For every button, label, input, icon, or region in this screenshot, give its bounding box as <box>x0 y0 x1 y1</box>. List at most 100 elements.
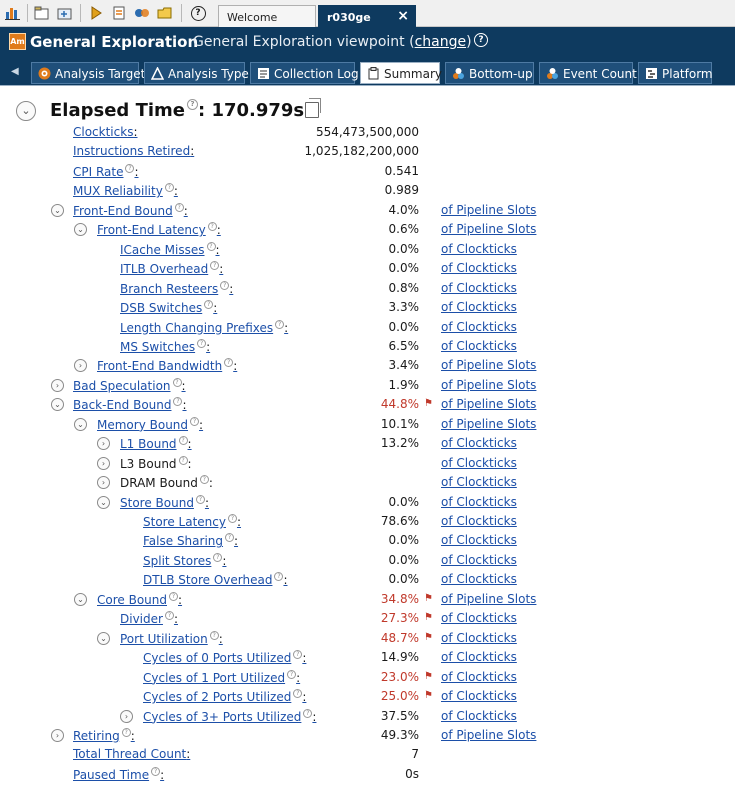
metric-label[interactable]: Back-End Bound?: <box>73 397 187 412</box>
metric-unit-link[interactable]: of Pipeline Slots <box>441 417 536 431</box>
metric-help-icon[interactable]: ? <box>209 630 219 640</box>
metric-help-icon[interactable]: ? <box>174 202 184 212</box>
help-icon[interactable]: ? <box>189 4 207 22</box>
metric-label-text[interactable]: Core Bound <box>97 593 167 607</box>
metric-label-text[interactable]: ITLB Overhead <box>120 262 208 276</box>
metric-help-icon[interactable]: ? <box>206 241 216 251</box>
metric-label[interactable]: Core Bound?: <box>97 591 182 607</box>
metric-help-icon[interactable]: ? <box>220 280 230 290</box>
metric-label[interactable]: Total Thread Count: <box>73 747 190 761</box>
metric-help-icon[interactable]: ? <box>164 611 174 621</box>
metric-unit-link[interactable]: of Clockticks <box>441 572 517 586</box>
metric-label-text[interactable]: Length Changing Prefixes <box>120 321 273 335</box>
metric-label[interactable]: CPI Rate?: <box>73 163 139 179</box>
tab-event-count[interactable]: Event Count <box>539 62 637 84</box>
metric-help-icon[interactable]: ? <box>293 650 303 660</box>
tab-collection-log[interactable]: Collection Log <box>250 62 359 84</box>
metric-unit-link[interactable]: of Clockticks <box>441 261 517 275</box>
metric-help-icon[interactable]: ? <box>293 689 303 699</box>
metric-label-text[interactable]: Back-End Bound <box>73 398 171 412</box>
metric-label[interactable]: DSB Switches?: <box>120 300 217 315</box>
elapsed-time-help-icon[interactable]: ? <box>186 99 198 110</box>
tab-analysis-target[interactable]: Analysis Target <box>31 62 145 84</box>
metric-label[interactable]: MS Switches?: <box>120 338 210 354</box>
metric-label[interactable]: Cycles of 2 Ports Utilized?: <box>143 689 306 704</box>
collapse-toggle-icon[interactable]: ⌄ <box>97 631 110 645</box>
metric-label[interactable]: Store Bound?: <box>120 494 209 510</box>
metric-label-text[interactable]: Instructions Retired <box>73 144 190 158</box>
metric-unit-link[interactable]: of Clockticks <box>441 339 517 353</box>
metric-label[interactable]: Split Stores?: <box>143 552 226 568</box>
metric-label[interactable]: Branch Resteers?: <box>120 280 233 296</box>
metric-unit-link[interactable]: of Clockticks <box>441 670 517 684</box>
expand-toggle-icon[interactable]: › <box>97 476 110 490</box>
metric-label[interactable]: Front-End Bound?: <box>73 202 188 218</box>
collapse-toggle-icon[interactable]: ⌄ <box>97 495 110 509</box>
metric-help-icon[interactable]: ? <box>164 183 174 193</box>
metric-label-text[interactable]: Cycles of 0 Ports Utilized <box>143 651 291 665</box>
metric-help-icon[interactable]: ? <box>224 358 234 368</box>
metric-label-text[interactable]: Cycles of 2 Ports Utilized <box>143 690 291 704</box>
expand-toggle-icon[interactable]: › <box>51 378 64 392</box>
metric-unit-link[interactable]: of Pipeline Slots <box>441 728 536 742</box>
metric-label[interactable]: Front-End Bandwidth?: <box>97 358 237 373</box>
collapse-toggle-icon[interactable]: ⌄ <box>51 398 64 412</box>
metric-unit-link[interactable]: of Clockticks <box>441 631 517 645</box>
metric-help-icon[interactable]: ? <box>204 300 214 310</box>
metric-unit-link[interactable]: of Clockticks <box>441 495 517 509</box>
metric-help-icon[interactable]: ? <box>275 319 285 329</box>
metric-label-text[interactable]: Front-End Latency <box>97 223 206 237</box>
metric-unit-link[interactable]: of Pipeline Slots <box>441 592 536 606</box>
metric-label-text[interactable]: Bad Speculation <box>73 379 171 393</box>
metric-label-text[interactable]: L1 Bound <box>120 437 177 451</box>
metric-label[interactable]: Length Changing Prefixes?: <box>120 319 288 335</box>
tab-welcome[interactable]: Welcome <box>218 5 316 27</box>
metric-label-text[interactable]: DTLB Store Overhead <box>143 573 272 587</box>
scroll-left-icon[interactable]: ◀ <box>11 66 19 77</box>
copy-to-clipboard-icon[interactable] <box>305 98 321 118</box>
collapse-toggle-icon[interactable]: ⌄ <box>74 592 87 606</box>
metric-label-text[interactable]: Split Stores <box>143 554 211 568</box>
metric-help-icon[interactable]: ? <box>210 261 220 271</box>
metric-label-text[interactable]: Clockticks <box>73 125 133 139</box>
metric-unit-link[interactable]: of Clockticks <box>441 533 517 547</box>
metric-help-icon[interactable]: ? <box>287 669 297 679</box>
metric-label[interactable]: False Sharing?: <box>143 533 238 548</box>
metric-label[interactable]: Clockticks: <box>73 125 138 139</box>
close-icon[interactable]: × <box>397 8 409 24</box>
metric-help-icon[interactable]: ? <box>172 377 182 387</box>
tab-summary[interactable]: Summary <box>360 62 442 84</box>
metric-help-icon[interactable]: ? <box>169 591 178 601</box>
metric-label-text[interactable]: Front-End Bandwidth <box>97 359 222 373</box>
metric-label[interactable]: Cycles of 1 Port Utilized?: <box>143 669 300 685</box>
metric-unit-link[interactable]: of Clockticks <box>441 242 517 256</box>
metric-label[interactable]: Store Latency?: <box>143 514 241 529</box>
collapse-toggle-icon[interactable]: ⌄ <box>51 203 64 217</box>
metric-label-text[interactable]: Memory Bound <box>97 418 188 432</box>
metric-label-text[interactable]: Front-End Bound <box>73 204 173 218</box>
metric-help-icon[interactable]: ? <box>178 436 188 446</box>
metric-label-text[interactable]: Store Bound <box>120 496 194 510</box>
configure-icon[interactable] <box>110 4 128 22</box>
viewpoint-help-icon[interactable]: ? <box>474 33 488 47</box>
metric-help-icon[interactable]: ? <box>151 766 161 776</box>
compare-icon[interactable] <box>133 4 151 22</box>
metric-label[interactable]: Cycles of 0 Ports Utilized?: <box>143 650 306 665</box>
metric-label[interactable]: Port Utilization?: <box>120 630 223 646</box>
metric-label[interactable]: Bad Speculation?: <box>73 377 186 393</box>
metric-label-text[interactable]: Cycles of 3+ Ports Utilized <box>143 710 301 724</box>
new-project-icon[interactable] <box>56 4 74 22</box>
metric-label-text[interactable]: Store Latency <box>143 515 226 529</box>
metric-help-icon[interactable]: ? <box>207 222 217 232</box>
collapse-toggle-icon[interactable]: ⌄ <box>74 223 87 237</box>
open-project-icon[interactable] <box>33 4 51 22</box>
metric-unit-link[interactable]: of Pipeline Slots <box>441 358 536 372</box>
metric-unit-link[interactable]: of Clockticks <box>441 650 517 664</box>
metric-label[interactable]: DTLB Store Overhead?: <box>143 572 288 587</box>
metric-unit-link[interactable]: of Clockticks <box>441 436 517 450</box>
metric-label[interactable]: Divider?: <box>120 611 178 626</box>
metric-label[interactable]: ICache Misses?: <box>120 241 220 257</box>
run-icon[interactable] <box>87 4 105 22</box>
metric-unit-link[interactable]: of Clockticks <box>441 281 517 295</box>
metric-help-icon[interactable]: ? <box>225 533 235 543</box>
